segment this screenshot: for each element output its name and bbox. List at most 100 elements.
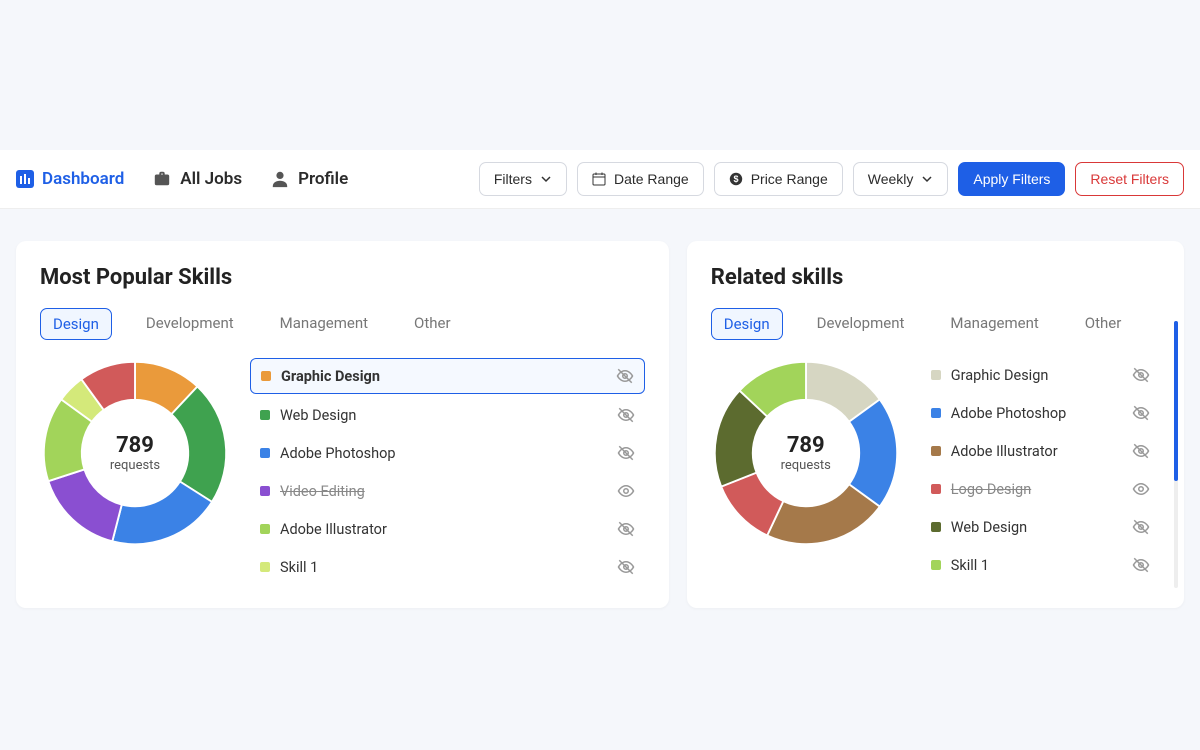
legend-label: Skill 1 <box>951 557 989 574</box>
related-legend-item[interactable]: Skill 1 <box>921 548 1160 582</box>
eye-off-icon[interactable] <box>1132 404 1150 422</box>
legend-label: Adobe Illustrator <box>951 443 1058 460</box>
filters-label: Filters <box>494 171 532 187</box>
related-skills-tabs: Design Development Management Other <box>711 308 1160 340</box>
filter-bar: Filters Date Range $ Price Range Weekly … <box>479 162 1184 196</box>
dollar-icon: $ <box>729 172 743 186</box>
scrollbar-thumb[interactable] <box>1174 321 1178 481</box>
popular-donut-label: requests <box>110 458 160 473</box>
legend-label: Logo Design <box>951 481 1031 498</box>
related-scrollbar[interactable] <box>1174 321 1178 588</box>
related-skills-card: Related skills Design Development Manageme… <box>687 241 1184 608</box>
legend-label: Graphic Design <box>281 368 380 385</box>
legend-swatch <box>260 562 270 572</box>
popular-skills-title: Most Popular Skills <box>40 265 645 290</box>
svg-text:$: $ <box>733 174 738 184</box>
apply-filters-label: Apply Filters <box>973 171 1050 187</box>
tab-development[interactable]: Development <box>805 308 917 340</box>
related-donut-value: 789 <box>787 433 825 458</box>
price-range-button[interactable]: $ Price Range <box>714 162 843 196</box>
eye-off-icon[interactable] <box>617 444 635 462</box>
eye-off-icon[interactable] <box>616 367 634 385</box>
related-skills-title: Related skills <box>711 265 1160 290</box>
tab-development[interactable]: Development <box>134 308 246 340</box>
reset-filters-label: Reset Filters <box>1090 171 1169 187</box>
reset-filters-button[interactable]: Reset Filters <box>1075 162 1184 196</box>
legend-swatch <box>931 370 941 380</box>
popular-legend-item[interactable]: Video Editing <box>250 474 645 508</box>
legend-swatch <box>931 446 941 456</box>
legend-swatch <box>260 448 270 458</box>
nav-alljobs[interactable]: All Jobs <box>152 169 242 189</box>
nav-alljobs-label: All Jobs <box>180 169 242 189</box>
legend-swatch <box>931 408 941 418</box>
related-legend-item[interactable]: Adobe Illustrator <box>921 434 1160 468</box>
tab-design[interactable]: Design <box>711 308 783 340</box>
related-legend-item[interactable]: Graphic Design <box>921 358 1160 392</box>
legend-label: Video Editing <box>280 483 365 500</box>
eye-icon[interactable] <box>617 482 635 500</box>
nav-dashboard-label: Dashboard <box>42 169 124 189</box>
legend-swatch <box>931 560 941 570</box>
briefcase-icon <box>152 169 172 189</box>
topbar: Dashboard All Jobs Profile Filters Date … <box>0 150 1200 209</box>
legend-swatch <box>260 524 270 534</box>
legend-label: Adobe Photoshop <box>280 445 396 462</box>
tab-design[interactable]: Design <box>40 308 112 340</box>
popular-legend-item[interactable]: Skill 1 <box>250 550 645 584</box>
eye-off-icon[interactable] <box>617 406 635 424</box>
calendar-icon <box>592 172 606 186</box>
legend-swatch <box>261 371 271 381</box>
apply-filters-button[interactable]: Apply Filters <box>958 162 1065 196</box>
popular-skills-card: Most Popular Skills Design Development Man… <box>16 241 669 608</box>
popular-donut-value: 789 <box>116 433 154 458</box>
related-legend-item[interactable]: Adobe Photoshop <box>921 396 1160 430</box>
dashboard-icon <box>16 170 34 188</box>
eye-off-icon[interactable] <box>1132 366 1150 384</box>
filters-dropdown[interactable]: Filters <box>479 162 567 196</box>
popular-legend-item[interactable]: Graphic Design <box>250 358 645 394</box>
popular-legend-item[interactable]: Adobe Illustrator <box>250 512 645 546</box>
eye-off-icon[interactable] <box>617 520 635 538</box>
related-skills-donut: 789 requests <box>711 358 901 548</box>
main-nav: Dashboard All Jobs Profile <box>16 169 348 189</box>
legend-swatch <box>260 486 270 496</box>
weekly-label: Weekly <box>868 171 914 187</box>
tab-other[interactable]: Other <box>402 308 463 340</box>
nav-dashboard[interactable]: Dashboard <box>16 169 124 189</box>
legend-label: Adobe Illustrator <box>280 521 387 538</box>
chevron-down-icon <box>921 173 933 185</box>
eye-icon[interactable] <box>1132 480 1150 498</box>
legend-label: Graphic Design <box>951 367 1049 384</box>
legend-label: Adobe Photoshop <box>951 405 1067 422</box>
nav-profile[interactable]: Profile <box>270 169 348 189</box>
popular-skills-tabs: Design Development Management Other <box>40 308 645 340</box>
eye-off-icon[interactable] <box>617 558 635 576</box>
related-legend-item[interactable]: Logo Design <box>921 472 1160 506</box>
related-donut-label: requests <box>781 458 831 473</box>
profile-icon <box>270 169 290 189</box>
related-legend-item[interactable]: Web Design <box>921 510 1160 544</box>
date-range-button[interactable]: Date Range <box>577 162 704 196</box>
popular-legend-item[interactable]: Adobe Photoshop <box>250 436 645 470</box>
legend-swatch <box>260 410 270 420</box>
chevron-down-icon <box>540 173 552 185</box>
legend-label: Web Design <box>951 519 1027 536</box>
legend-label: Skill 1 <box>280 559 318 576</box>
related-skills-legend: Graphic Design Adobe Photoshop Adobe Illus… <box>921 358 1160 582</box>
popular-legend-item[interactable]: Web Design <box>250 398 645 432</box>
content: Most Popular Skills Design Development Man… <box>0 209 1200 640</box>
eye-off-icon[interactable] <box>1132 556 1150 574</box>
popular-skills-legend: Graphic Design Web Design Adobe Photoshop V… <box>250 358 645 584</box>
tab-management[interactable]: Management <box>938 308 1050 340</box>
weekly-dropdown[interactable]: Weekly <box>853 162 949 196</box>
eye-off-icon[interactable] <box>1132 518 1150 536</box>
eye-off-icon[interactable] <box>1132 442 1150 460</box>
popular-skills-donut: 789 requests <box>40 358 230 548</box>
price-range-label: Price Range <box>751 171 828 187</box>
tab-management[interactable]: Management <box>268 308 380 340</box>
legend-swatch <box>931 522 941 532</box>
legend-label: Web Design <box>280 407 356 424</box>
tab-other[interactable]: Other <box>1073 308 1134 340</box>
date-range-label: Date Range <box>614 171 689 187</box>
